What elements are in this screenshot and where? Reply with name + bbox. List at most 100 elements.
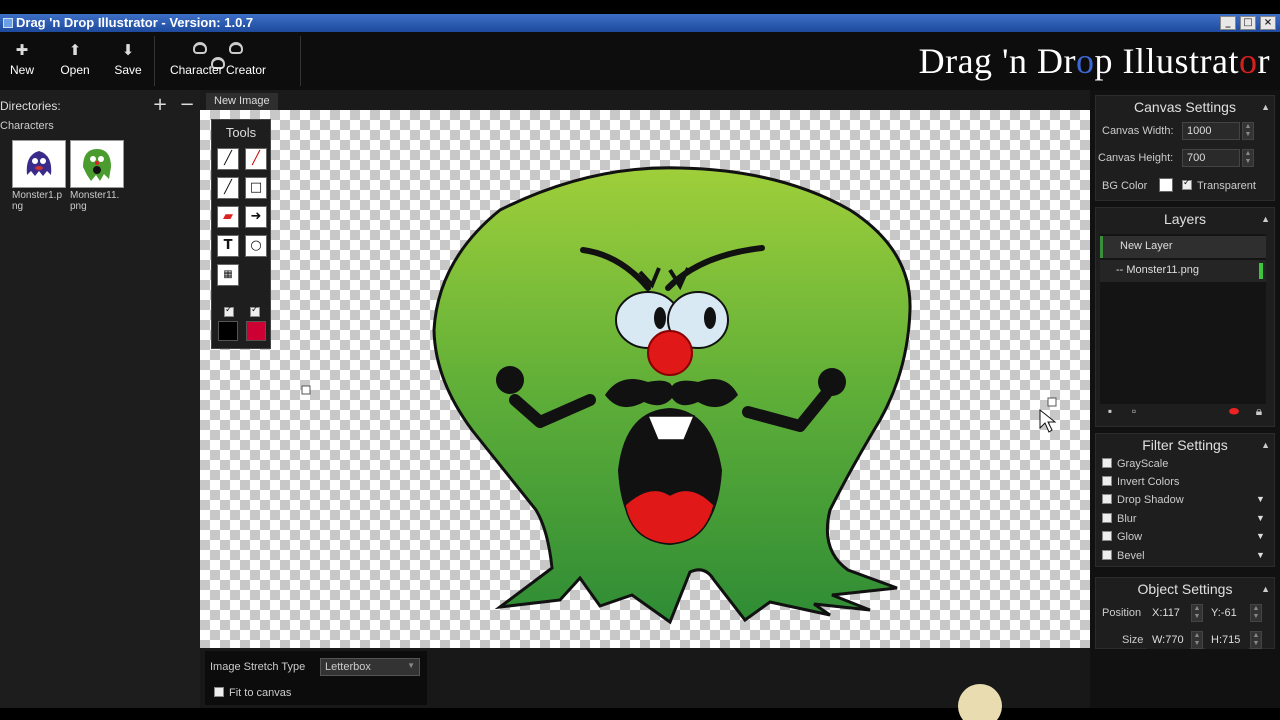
fit-to-canvas-option[interactable]: Fit to canvas xyxy=(214,687,291,699)
filter-glow[interactable]: Glow ▼ xyxy=(1102,531,1265,543)
layer-visibility-indicator[interactable] xyxy=(1259,263,1263,279)
filter-bevel[interactable]: Bevel ▼ xyxy=(1102,550,1265,562)
size-h-input[interactable]: H:715 xyxy=(1206,631,1248,649)
minimize-button[interactable]: _ xyxy=(1220,16,1236,30)
checker-icon[interactable]: ▦ xyxy=(217,264,239,286)
stroke-color-swatch[interactable] xyxy=(218,321,238,341)
canvas-width-input[interactable]: 1000 xyxy=(1182,122,1240,140)
brand-logo: Drag 'n Drop Illustrator xyxy=(918,41,1270,81)
floating-widget xyxy=(958,684,1002,720)
character-creator-button[interactable]: Character Creator xyxy=(166,42,270,77)
fill-enable-checkbox[interactable] xyxy=(250,305,260,317)
fill-color-swatch[interactable] xyxy=(246,321,266,341)
position-x-input[interactable]: X:117 xyxy=(1147,604,1189,622)
down-arrow-icon: ⬇ xyxy=(121,42,135,59)
collapse-icon[interactable]: ▲ xyxy=(1261,208,1270,230)
filter-invert-colors[interactable]: Invert Colors xyxy=(1102,476,1179,488)
expand-icon[interactable]: ▼ xyxy=(1256,531,1265,541)
transparent-checkbox[interactable] xyxy=(1182,178,1192,190)
fit-to-canvas-label: Fit to canvas xyxy=(229,687,292,699)
filter-drop-shadow[interactable]: Drop Shadow ▼ xyxy=(1102,494,1265,506)
character-thumbnail[interactable]: Monster1.png xyxy=(12,140,66,212)
document-tabs: New Image xyxy=(200,90,1090,110)
filter-checkbox[interactable] xyxy=(1102,550,1112,560)
filter-checkbox[interactable] xyxy=(1102,494,1112,504)
collapse-icon[interactable]: ▲ xyxy=(1261,96,1270,118)
delete-layer-icon[interactable]: ⬬ xyxy=(1227,404,1241,418)
position-y-input[interactable]: Y:-61 xyxy=(1206,604,1248,622)
text-icon[interactable]: T xyxy=(217,235,239,257)
character-faces-icon xyxy=(166,42,270,69)
arrow-icon[interactable]: ➜ xyxy=(245,206,267,228)
add-layer-icon[interactable]: ▪ xyxy=(1103,404,1117,418)
layers-header[interactable]: Layers ▲ xyxy=(1096,208,1274,230)
filter-settings-header[interactable]: Filter Settings ▲ xyxy=(1096,434,1274,456)
stroke-enable-checkbox[interactable] xyxy=(224,305,234,317)
expand-icon[interactable]: ▼ xyxy=(1256,550,1265,560)
monster-artwork[interactable] xyxy=(200,110,1090,648)
filter-blur[interactable]: Blur ▼ xyxy=(1102,513,1265,525)
filter-checkbox[interactable] xyxy=(1102,458,1112,468)
add-directory-button[interactable]: + xyxy=(150,96,170,116)
character-thumbnail[interactable]: Monster11.png xyxy=(70,140,124,212)
position-x-stepper[interactable]: ▲ ▼ xyxy=(1191,604,1203,622)
tab-new-image[interactable]: New Image xyxy=(206,93,278,110)
maximize-button[interactable]: □ xyxy=(1240,16,1256,30)
layer-item[interactable]: New Layer xyxy=(1100,236,1266,258)
layers-title: Layers xyxy=(1163,211,1207,227)
brush-icon[interactable]: ╱ xyxy=(245,148,267,170)
directories-header: Directories: + − xyxy=(0,94,200,116)
filter-checkbox[interactable] xyxy=(1102,513,1112,523)
pencil-icon[interactable]: ╱ xyxy=(217,148,239,170)
save-label: Save xyxy=(114,63,142,77)
toolbar-divider xyxy=(300,36,301,86)
line-icon[interactable]: ╱ xyxy=(217,177,239,199)
filter-grayscale[interactable]: GrayScale xyxy=(1102,458,1168,470)
bg-color-label: BG Color xyxy=(1102,180,1148,192)
object-settings-header[interactable]: Object Settings ▲ xyxy=(1096,578,1274,600)
image-stretch-value: Letterbox xyxy=(325,661,371,673)
layer-item[interactable]: -- Monster11.png xyxy=(1100,260,1266,282)
character-creator-label: Character Creator xyxy=(169,63,267,77)
thumbnail-image xyxy=(70,140,124,188)
eraser-icon[interactable]: ▰ xyxy=(217,206,239,228)
ellipse-icon[interactable]: ○ xyxy=(245,235,267,257)
close-button[interactable]: × xyxy=(1260,16,1276,30)
settings-panel: Canvas Settings ▲ Canvas Width: 1000 ▲ ▼ … xyxy=(1090,90,1280,708)
canvas-width-stepper[interactable]: ▲ ▼ xyxy=(1242,122,1254,140)
thumbnail-image xyxy=(12,140,66,188)
size-w-stepper[interactable]: ▲ ▼ xyxy=(1191,631,1203,649)
rectangle-icon[interactable]: □ xyxy=(245,177,267,199)
filter-label: Bevel xyxy=(1117,550,1145,562)
expand-icon[interactable]: ▼ xyxy=(1256,494,1265,504)
canvas-height-input[interactable]: 700 xyxy=(1182,149,1240,167)
collapse-icon[interactable]: ▲ xyxy=(1261,434,1270,456)
drawing-canvas[interactable] xyxy=(200,110,1090,648)
filter-label: GrayScale xyxy=(1117,458,1169,470)
collapse-icon[interactable]: ▲ xyxy=(1261,578,1270,600)
thumbnail-name: Monster1.png xyxy=(12,190,63,212)
canvas-settings-header[interactable]: Canvas Settings ▲ xyxy=(1096,96,1274,118)
save-button[interactable]: ⬇ Save xyxy=(112,42,144,77)
size-h-stepper[interactable]: ▲ ▼ xyxy=(1250,631,1262,649)
canvas-height-label: Canvas Height: xyxy=(1098,152,1174,164)
filter-checkbox[interactable] xyxy=(1102,476,1112,486)
open-button[interactable]: ⬆ Open xyxy=(58,42,92,77)
tools-palette: Tools ╱ ╱ ╱ □ ▰ ➜ T ○ ▦ xyxy=(211,119,271,349)
position-y-stepper[interactable]: ▲ ▼ xyxy=(1250,604,1262,622)
thumbnail-name: Monster11.png xyxy=(70,190,120,212)
size-w-input[interactable]: W:770 xyxy=(1147,631,1189,649)
expand-icon[interactable]: ▼ xyxy=(1256,513,1265,523)
plus-icon: ✚ xyxy=(15,42,29,59)
lock-icon[interactable]: 🔒︎ xyxy=(1252,404,1266,418)
remove-layer-icon[interactable]: ▫ xyxy=(1127,404,1141,418)
remove-directory-button[interactable]: − xyxy=(177,96,197,116)
canvas-height-stepper[interactable]: ▲ ▼ xyxy=(1242,149,1254,167)
new-button[interactable]: ✚ New xyxy=(8,42,36,77)
image-stretch-select[interactable]: Letterbox ▼ xyxy=(320,658,420,676)
bg-color-swatch[interactable] xyxy=(1159,178,1173,192)
canvas-settings-title: Canvas Settings xyxy=(1134,99,1236,115)
fit-to-canvas-checkbox[interactable] xyxy=(214,687,224,697)
filter-checkbox[interactable] xyxy=(1102,531,1112,541)
transparent-option[interactable]: Transparent xyxy=(1182,178,1256,192)
